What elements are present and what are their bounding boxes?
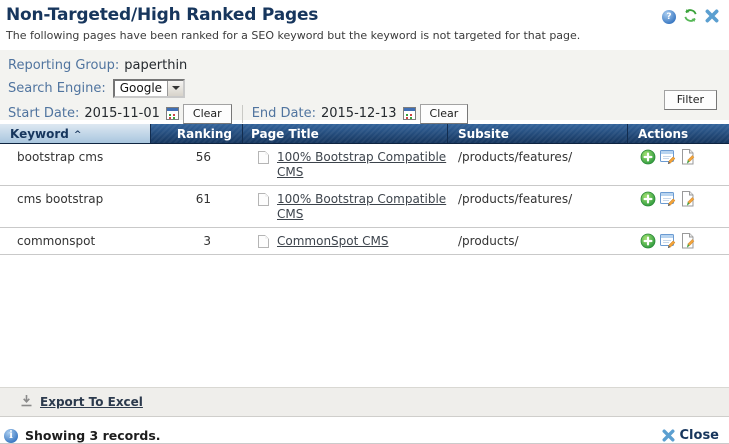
- sort-asc-icon: ^: [74, 130, 82, 140]
- close-x-icon: [662, 429, 675, 442]
- page-title-link[interactable]: 100% Bootstrap Compatible CMS: [277, 150, 448, 180]
- column-header-page-title[interactable]: Page Title: [243, 124, 448, 143]
- subsite-cell: /products/features/: [448, 186, 628, 211]
- column-header-subsite[interactable]: Subsite: [448, 124, 628, 143]
- column-header-keyword[interactable]: Keyword^: [0, 124, 151, 143]
- table-row: bootstrap cms 56 100% Bootstrap Compatib…: [0, 144, 729, 186]
- add-keyword-icon[interactable]: [640, 191, 656, 207]
- filter-panel: Reporting Group: paperthin Search Engine…: [0, 50, 729, 120]
- table-row: cms bootstrap 61 100% Bootstrap Compatib…: [0, 186, 729, 228]
- start-date-label: Start Date:: [8, 106, 79, 121]
- start-date-calendar-icon[interactable]: [166, 107, 179, 120]
- page-title-link[interactable]: 100% Bootstrap Compatible CMS: [277, 192, 448, 222]
- chevron-down-icon: [167, 81, 183, 96]
- page-title-cell: CommonSpot CMS: [243, 228, 448, 254]
- ranking-cell: 3: [151, 228, 243, 253]
- edit-keyword-icon[interactable]: [660, 149, 676, 165]
- close-icon[interactable]: [705, 9, 719, 26]
- edit-page-icon[interactable]: [680, 149, 696, 165]
- add-keyword-icon[interactable]: [640, 233, 656, 249]
- table-row: commonspot 3 CommonSpot CMS /products/: [0, 228, 729, 255]
- add-keyword-icon[interactable]: [640, 149, 656, 165]
- subsite-cell: /products/features/: [448, 144, 628, 169]
- page-description: The following pages have been ranked for…: [6, 26, 719, 50]
- reporting-group-value: paperthin: [124, 58, 187, 73]
- subsite-cell: /products/: [448, 228, 628, 253]
- refresh-icon[interactable]: [683, 8, 698, 26]
- search-engine-select[interactable]: Google: [113, 79, 185, 98]
- edit-page-icon[interactable]: [680, 191, 696, 207]
- dialog-header: Non-Targeted/High Ranked Pages: [0, 0, 729, 50]
- export-bar: Export To Excel: [0, 387, 729, 417]
- page-title-cell: 100% Bootstrap Compatible CMS: [243, 144, 448, 185]
- start-date-clear-button[interactable]: Clear: [183, 104, 232, 124]
- empty-area: [0, 255, 729, 387]
- column-header-ranking[interactable]: Ranking: [151, 124, 243, 143]
- edit-page-icon[interactable]: [680, 233, 696, 249]
- download-icon: [20, 394, 33, 410]
- export-to-excel-link[interactable]: Export To Excel: [40, 395, 143, 409]
- page-icon: [258, 193, 269, 206]
- start-date-value: 2015-11-01: [84, 106, 160, 121]
- page-title-cell: 100% Bootstrap Compatible CMS: [243, 186, 448, 227]
- page-title: Non-Targeted/High Ranked Pages: [6, 5, 318, 25]
- non-targeted-pages-dialog: Non-Targeted/High Ranked Pages: [0, 0, 729, 444]
- edit-keyword-icon[interactable]: [660, 233, 676, 249]
- end-date-clear-button[interactable]: Clear: [420, 104, 469, 124]
- close-button[interactable]: Close: [662, 428, 719, 443]
- table-header: Keyword^ Ranking Page Title Subsite Acti…: [0, 124, 729, 144]
- end-date-calendar-icon[interactable]: [403, 107, 416, 120]
- record-count-text: Showing 3 records.: [25, 428, 161, 443]
- page-icon: [258, 235, 269, 248]
- filter-button[interactable]: Filter: [664, 90, 717, 110]
- close-label: Close: [680, 428, 719, 443]
- actions-cell: [628, 186, 729, 212]
- help-icon[interactable]: [662, 10, 676, 24]
- keyword-cell: commonspot: [0, 228, 151, 253]
- keyword-cell: cms bootstrap: [0, 186, 151, 211]
- keyword-cell: bootstrap cms: [0, 144, 151, 169]
- search-engine-label: Search Engine:: [8, 81, 106, 96]
- end-date-value: 2015-12-13: [321, 106, 397, 121]
- status-bar: Showing 3 records. Close: [0, 417, 729, 443]
- page-icon: [258, 151, 269, 164]
- ranking-cell: 61: [151, 186, 243, 211]
- page-title-link[interactable]: CommonSpot CMS: [277, 234, 389, 249]
- ranking-cell: 56: [151, 144, 243, 169]
- divider: [242, 105, 243, 123]
- info-icon: [4, 429, 18, 443]
- end-date-label: End Date:: [252, 106, 316, 121]
- edit-keyword-icon[interactable]: [660, 191, 676, 207]
- search-engine-selected-value: Google: [115, 81, 167, 96]
- reporting-group-label: Reporting Group:: [8, 58, 119, 73]
- actions-cell: [628, 144, 729, 170]
- column-header-actions: Actions: [628, 124, 729, 143]
- actions-cell: [628, 228, 729, 254]
